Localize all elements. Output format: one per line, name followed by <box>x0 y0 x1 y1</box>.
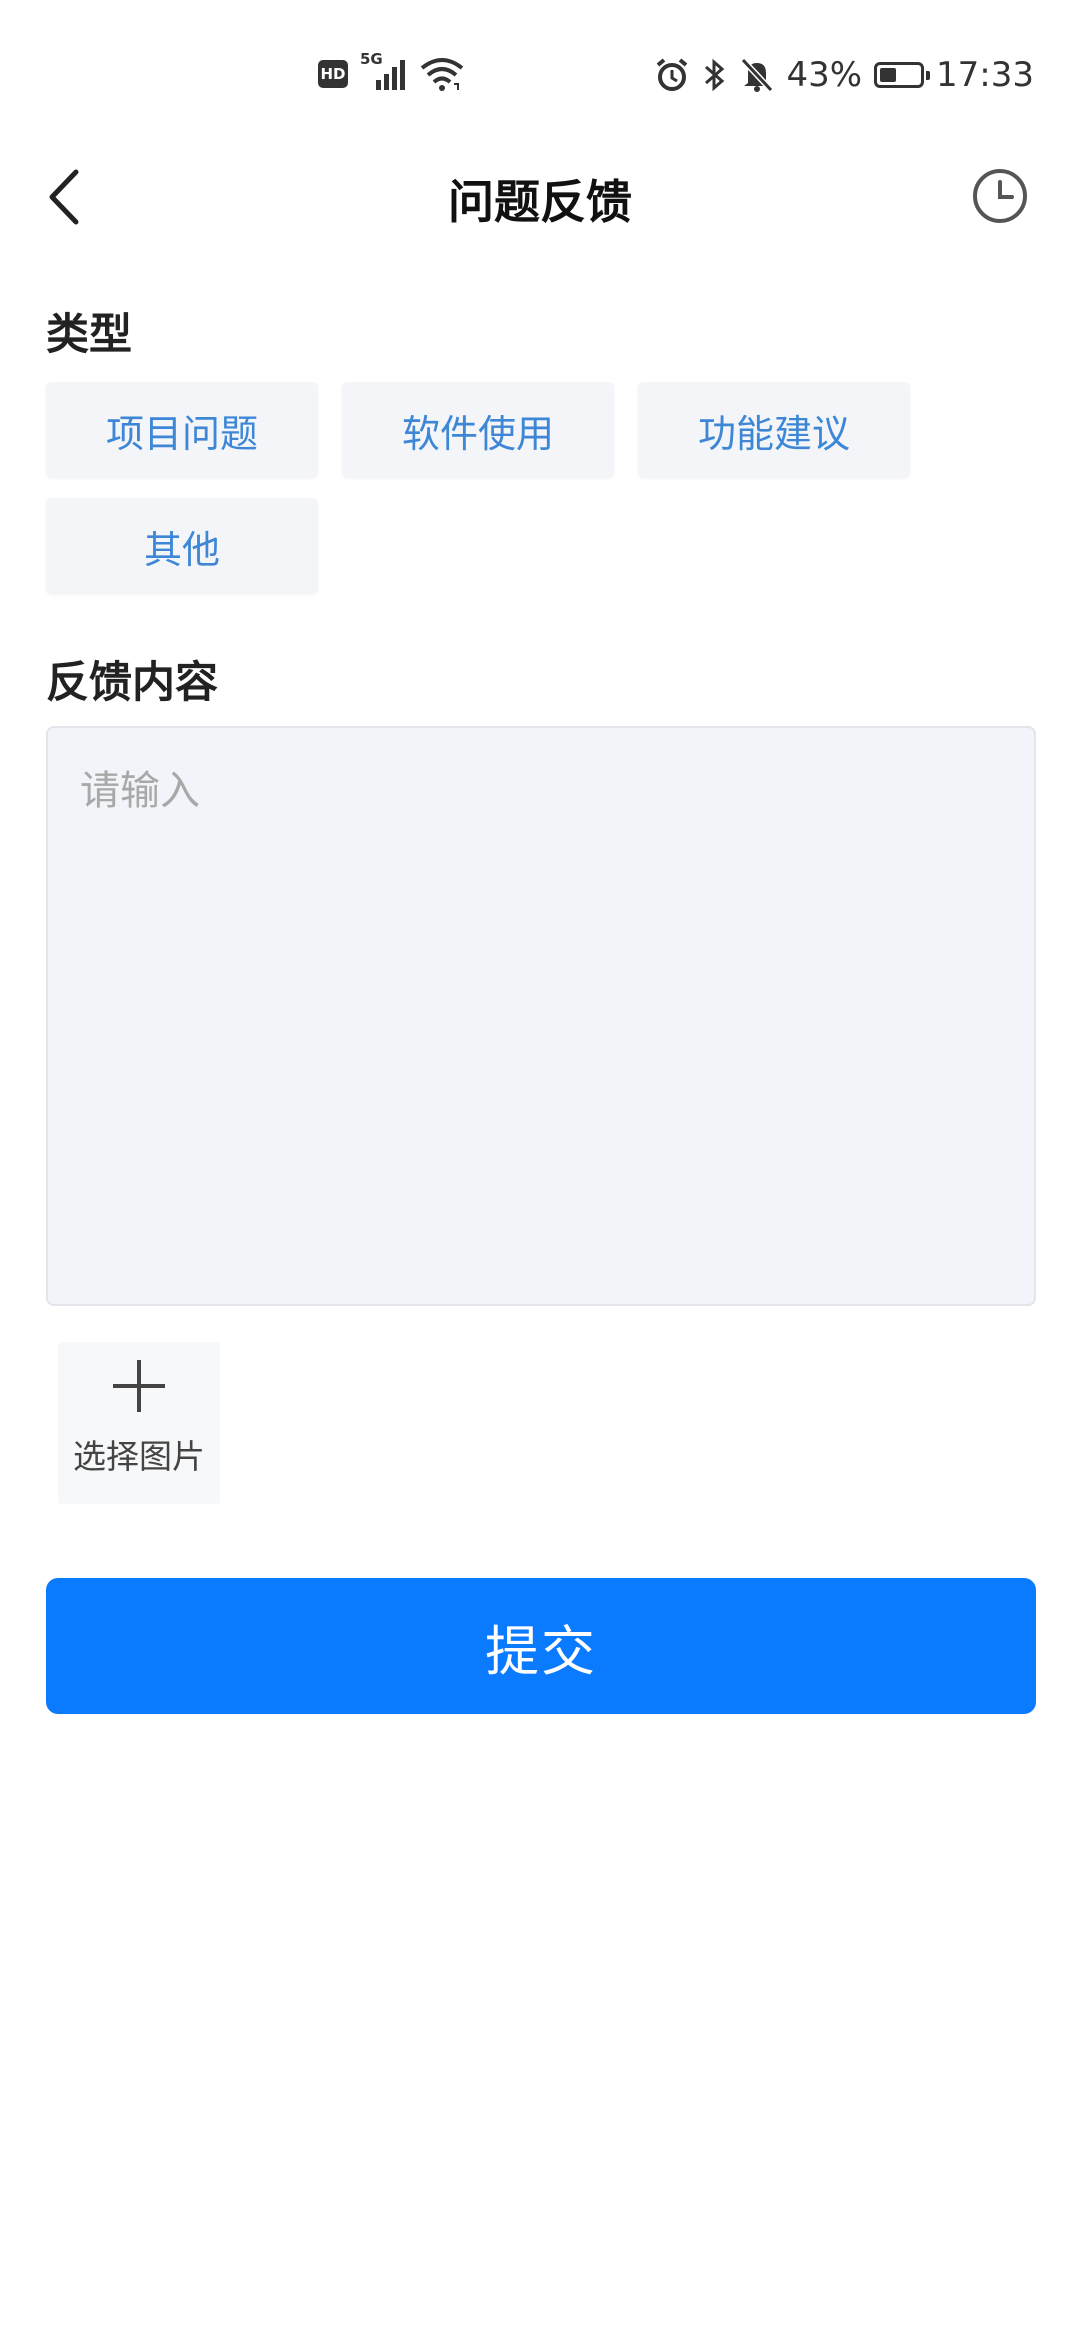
battery-level <box>880 68 897 82</box>
select-image-button[interactable]: 选择图片 <box>58 1342 220 1504</box>
history-button[interactable] <box>968 164 1032 228</box>
mute-icon <box>741 57 774 93</box>
bluetooth-icon <box>705 58 725 92</box>
feedback-box <box>46 726 1036 1306</box>
status-right: 43% 17:33 <box>654 55 1034 95</box>
battery-icon <box>874 62 931 88</box>
app-header: 问题反馈 <box>0 150 1080 250</box>
clock-icon <box>973 169 1027 223</box>
feedback-input[interactable] <box>48 728 1034 1304</box>
status-bar: HD 5G 43% 17:33 <box>0 0 1080 150</box>
page-title: 问题反馈 <box>448 175 632 229</box>
select-image-label: 选择图片 <box>73 1437 205 1476</box>
type-option-feature-suggestion[interactable]: 功能建议 <box>638 382 910 478</box>
hd-badge: HD <box>318 60 348 88</box>
submit-button[interactable]: 提交 <box>46 1578 1036 1714</box>
content-section-label: 反馈内容 <box>46 658 218 708</box>
network-type: 5G <box>360 50 383 68</box>
signal-icon: 5G <box>358 50 410 92</box>
type-options: 项目问题 软件使用 功能建议 其他 <box>46 382 1036 594</box>
battery-percent: 43% <box>786 55 863 95</box>
status-left: HD 5G <box>318 50 464 92</box>
type-option-other[interactable]: 其他 <box>46 498 318 594</box>
type-option-project-issue[interactable]: 项目问题 <box>46 382 318 478</box>
status-time: 17:33 <box>936 55 1034 95</box>
plus-icon <box>109 1356 169 1416</box>
wifi-icon <box>420 58 464 91</box>
type-section-label: 类型 <box>46 310 132 360</box>
type-option-software-usage[interactable]: 软件使用 <box>342 382 614 478</box>
alarm-icon <box>657 58 688 91</box>
